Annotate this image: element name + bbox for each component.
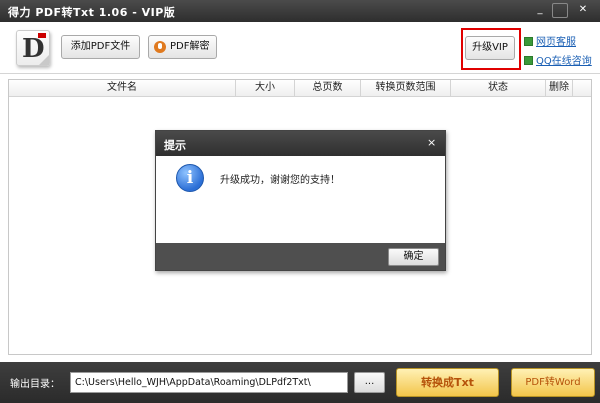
column-header-filename[interactable]: 文件名 <box>9 80 236 97</box>
column-header-size[interactable]: 大小 <box>236 80 295 97</box>
column-header-page-range[interactable]: 转换页数范围 <box>361 80 451 97</box>
logo-fold <box>39 55 49 65</box>
app-logo: D <box>16 30 50 66</box>
bottom-bar: 输出目录： C:\Users\Hello_WJH\AppData\Roaming… <box>0 362 600 403</box>
add-pdf-button[interactable]: 添加PDF文件 <box>61 35 140 59</box>
column-header-delete[interactable]: 删除 <box>546 80 573 97</box>
close-button[interactable]: ✕ <box>572 3 594 18</box>
qq-consult-icon <box>524 56 533 65</box>
minimize-button[interactable]: _ <box>532 3 548 18</box>
window-title: 得力 PDF转Txt 1.06 - VIP版 <box>8 6 176 19</box>
pdf-to-word-button[interactable]: PDF转Word <box>511 368 595 397</box>
column-header-status[interactable]: 状态 <box>451 80 546 97</box>
pdf-decrypt-label: PDF解密 <box>170 41 210 52</box>
title-bar: 得力 PDF转Txt 1.06 - VIP版 _ ✕ <box>0 0 600 22</box>
browse-button[interactable]: ... <box>354 372 385 393</box>
dialog-title: 提示 <box>164 139 186 152</box>
table-header: 文件名 大小 总页数 转换页数范围 状态 删除 <box>9 80 591 97</box>
pdf-decrypt-button[interactable]: PDF解密 <box>148 35 217 59</box>
toolbar: D 添加PDF文件 PDF解密 升级VIP 网页客服 QQ在线咨询 <box>0 22 600 74</box>
ok-button[interactable]: 确定 <box>388 248 439 266</box>
upgrade-success-dialog: 提示 × i 升级成功，谢谢您的支持！ 确定 <box>155 130 446 271</box>
dialog-footer: 确定 <box>156 243 445 270</box>
dialog-message: 升级成功，谢谢您的支持！ <box>220 175 340 186</box>
output-path-field[interactable]: C:\Users\Hello_WJH\AppData\Roaming\DLPdf… <box>70 372 348 393</box>
upgrade-vip-button[interactable]: 升级VIP <box>465 36 515 60</box>
web-support-label: 网页客服 <box>536 37 576 48</box>
web-support-icon <box>524 37 533 46</box>
qq-consult-label: QQ在线咨询 <box>536 56 592 67</box>
dialog-close-icon[interactable]: × <box>427 136 436 149</box>
info-icon: i <box>176 164 204 192</box>
output-dir-label: 输出目录： <box>10 379 60 390</box>
qq-consult-link[interactable]: QQ在线咨询 <box>524 52 592 67</box>
convert-to-txt-button[interactable]: 转换成Txt <box>396 368 499 397</box>
maximize-button[interactable] <box>552 3 568 18</box>
dialog-title-bar: 提示 × <box>156 131 445 156</box>
web-support-link[interactable]: 网页客服 <box>524 33 576 48</box>
lock-icon <box>154 41 166 53</box>
column-header-total-pages[interactable]: 总页数 <box>295 80 361 97</box>
